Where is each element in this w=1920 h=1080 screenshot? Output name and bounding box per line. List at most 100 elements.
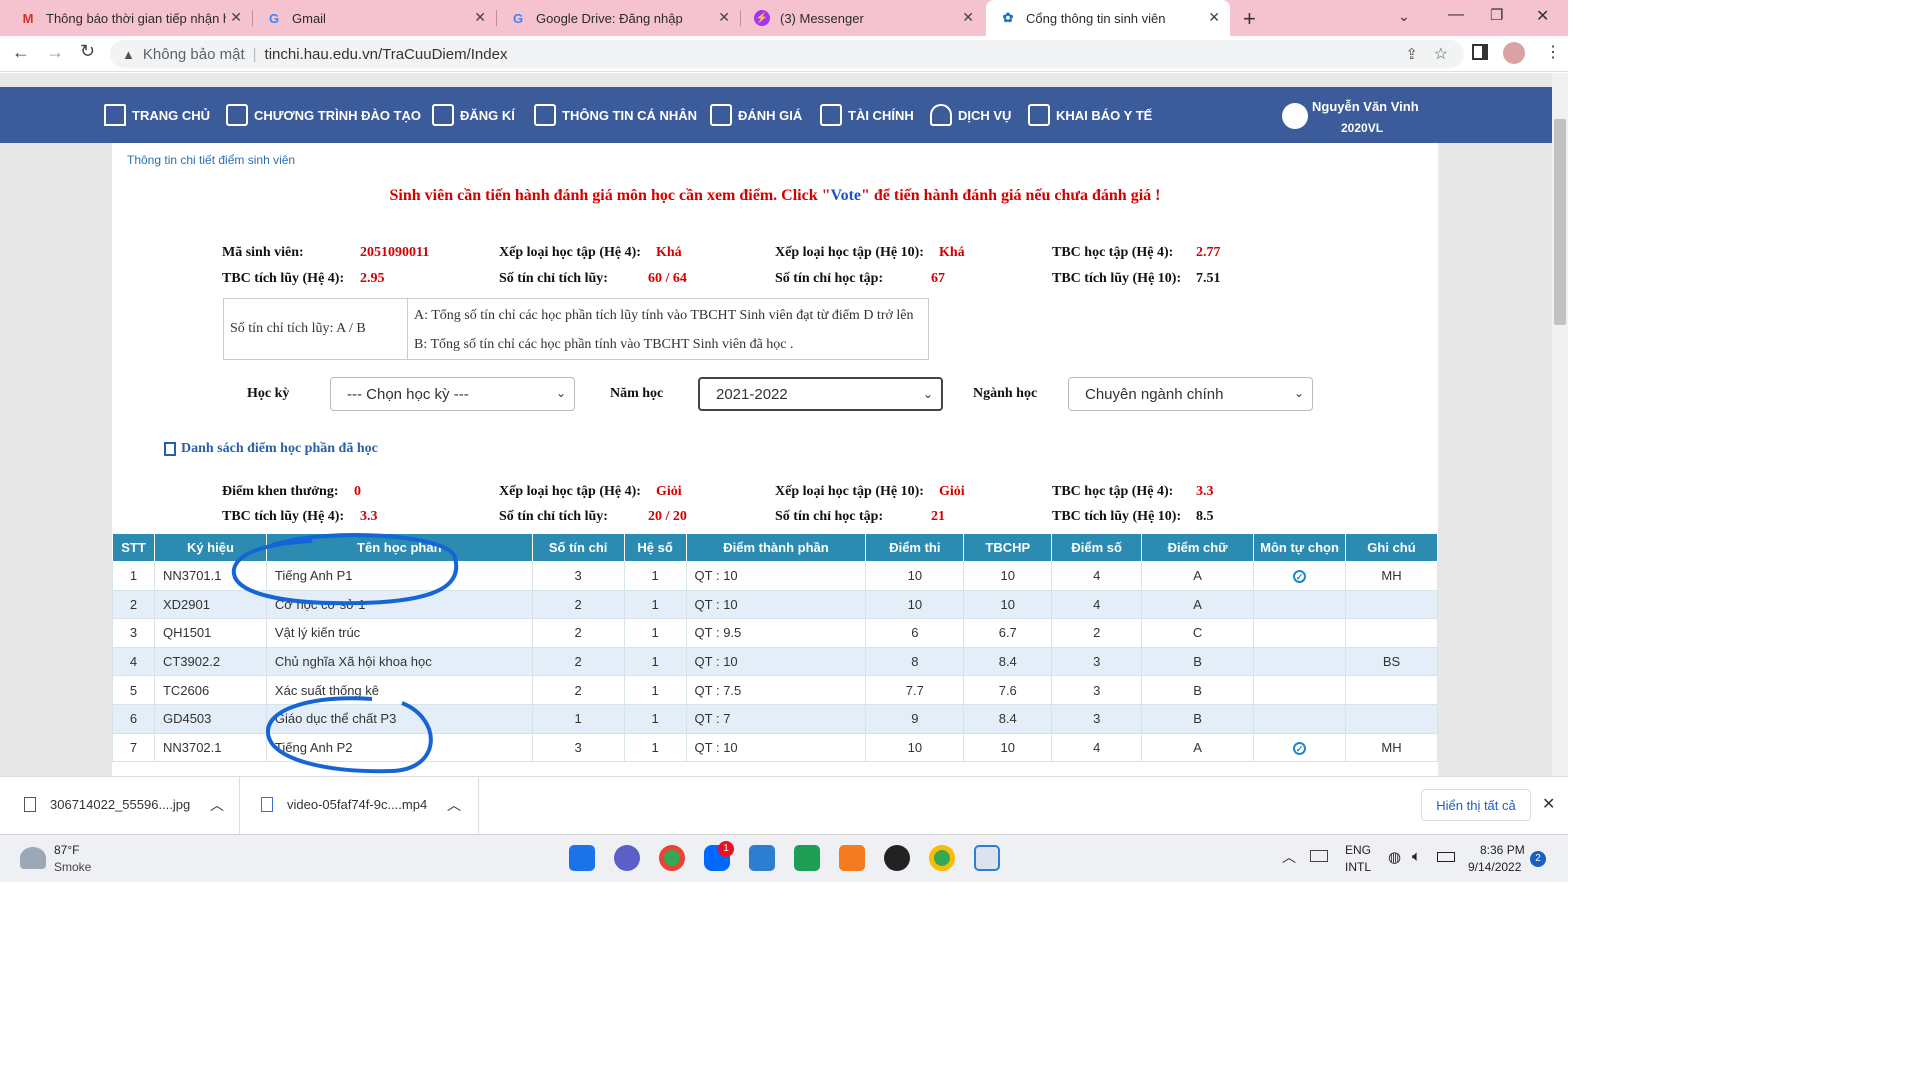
table-cell: 10 [963,561,1053,591]
network-icon[interactable]: ◍ [1388,848,1401,866]
close-tab-icon[interactable]: ✕ [718,9,730,26]
close-downloads-icon[interactable]: ✕ [1542,794,1555,814]
media-player-icon[interactable] [884,845,910,871]
google-icon: G [512,10,524,26]
chevron-up-icon[interactable]: ︿ [210,795,224,815]
app-g-icon[interactable] [839,845,865,871]
photos-icon[interactable] [749,845,775,871]
nav-finance[interactable]: TÀI CHÍNH [820,87,914,143]
term-credits-acc-value: 20 / 20 [648,509,687,524]
chrome-icon[interactable] [659,845,685,871]
table-cell: B [1141,675,1255,705]
nav-health-declaration[interactable]: KHAI BÁO Y TẾ [1028,87,1152,143]
chevron-up-icon[interactable]: ︿ [1282,847,1296,867]
year-label: Năm học [610,386,664,401]
table-cell: C [1141,618,1255,648]
nav-register[interactable]: ĐĂNG KÍ [432,87,515,143]
teams-icon[interactable] [614,845,640,871]
tab-portal[interactable]: ✿ Cổng thông tin sinh viên ✕ [986,0,1230,36]
page-scrollbar[interactable] [1552,73,1568,776]
table-cell: 1 [623,732,687,763]
check-circle-icon: ✓ [1293,741,1307,755]
windows-start-icon[interactable] [569,845,595,871]
scrollbar-thumb[interactable] [1554,119,1566,325]
semester-select[interactable]: --- Chọn học kỳ --- ⌄ [330,377,575,411]
credits-study-value: 67 [931,271,945,286]
clock-date[interactable]: 9/14/2022 [1468,860,1521,874]
table-cell: 3 [531,561,625,591]
download-item-1[interactable]: 306714022_55596....jpg ︿ [0,777,240,834]
table-cell: 2 [531,646,625,677]
close-tab-icon[interactable]: ✕ [1208,9,1220,26]
downloads-folder-icon[interactable] [794,845,820,871]
credits-legend-box: Số tín chỉ tích lũy: A / B A: Tổng số tí… [223,298,929,360]
cum10-value: 7.51 [1196,271,1221,286]
table-cell: QT : 10 [685,561,867,591]
table-cell: 2 [531,618,625,648]
table-cell: 1 [623,703,687,734]
nav-evaluation[interactable]: ĐÁNH GIÁ [710,87,802,143]
chrome-profile-icon[interactable] [929,845,955,871]
close-tab-icon[interactable]: ✕ [962,9,974,26]
close-window-icon[interactable]: ✕ [1536,6,1549,26]
snipping-tool-icon[interactable] [974,845,1000,871]
sidebar-icon[interactable] [1472,44,1488,60]
close-tab-icon[interactable]: ✕ [474,9,486,26]
back-icon[interactable]: ← [12,42,30,63]
chevron-up-icon[interactable]: ︿ [447,795,461,815]
table-cell: 1 [623,675,687,705]
bookmark-star-icon[interactable]: ☆ [1434,44,1448,64]
table-cell: 10 [963,732,1053,763]
tab-messenger[interactable]: ⚡ (3) Messenger ✕ [740,0,984,36]
language-secondary[interactable]: INTL [1345,860,1371,874]
legend-b: B: Tổng số tín chỉ các học phần tính vào… [414,337,794,352]
breadcrumb[interactable]: Thông tin chi tiết điểm sinh viên [127,153,295,167]
major-select[interactable]: Chuyên ngành chính ⌄ [1068,377,1313,411]
year-select[interactable]: 2021-2022 ⌄ [698,377,943,411]
downloads-bar: 306714022_55596....jpg ︿ video-05faf74f-… [0,776,1568,834]
nav-services[interactable]: DỊCH VỤ [930,87,1011,143]
table-cell: 8.4 [963,703,1053,734]
reload-icon[interactable]: ↻ [80,41,95,62]
table-cell: 3 [1051,675,1143,705]
nav-home[interactable]: TRANG CHỦ [104,87,210,143]
home-icon [104,104,126,126]
clock-time[interactable]: 8:36 PM [1480,843,1525,857]
minimize-icon[interactable]: — [1448,6,1464,24]
table-cell: 2 [1051,618,1143,648]
battery-icon[interactable] [1437,852,1455,862]
windows-taskbar: 87°F Smoke 1 ︿ ENG INTL ◍ 🔈︎ 8:36 PM 9/1… [0,834,1568,882]
nav-curriculum[interactable]: CHƯƠNG TRÌNH ĐÀO TẠO [226,87,421,143]
tab-search-icon[interactable]: ⌄ [1398,8,1410,25]
tab-google-drive[interactable]: G Google Drive: Đăng nhập ✕ [496,0,740,36]
language-primary[interactable]: ENG [1345,843,1371,857]
close-tab-icon[interactable]: ✕ [230,9,242,26]
tab-gmail-notice[interactable]: M Thông báo thời gian tiếp nhận hồ ✕ [6,0,252,36]
profile-avatar[interactable] [1503,42,1525,64]
keyboard-icon[interactable] [1310,850,1328,862]
file-icon [24,797,36,812]
new-tab-icon[interactable]: + [1243,6,1256,32]
legend-left: Số tín chỉ tích lũy: A / B [224,299,408,359]
forward-icon[interactable]: → [46,42,64,63]
table-cell: 2 [531,589,625,620]
nav-personal-info[interactable]: THÔNG TIN CÁ NHÂN [534,87,697,143]
download-item-2[interactable]: video-05faf74f-9c....mp4 ︿ [241,777,479,834]
address-bar[interactable]: ▲ Không bảo mật | tinchi.hau.edu.vn/TraC… [110,40,1464,68]
menu-icon[interactable]: ⋮ [1545,42,1561,62]
tab-gmail[interactable]: G Gmail ✕ [252,0,496,36]
table-cell: A [1141,561,1255,591]
maximize-icon[interactable]: ❐ [1490,6,1503,24]
weather-icon[interactable] [20,847,46,869]
user-avatar-icon[interactable] [1282,103,1308,129]
google-icon: G [268,10,280,26]
show-all-downloads-button[interactable]: Hiển thị tất cả [1421,789,1531,821]
table-cell: QT : 10 [685,646,867,677]
share-icon[interactable]: ⇪ [1405,45,1418,63]
notification-count-badge[interactable]: 2 [1530,851,1546,867]
volume-icon[interactable]: 🔈︎ [1412,848,1421,865]
check-circle-icon: ✓ [1293,570,1307,584]
table-cell [1344,675,1439,705]
finance-icon [820,104,842,126]
vote-link[interactable]: Vote [830,187,861,204]
